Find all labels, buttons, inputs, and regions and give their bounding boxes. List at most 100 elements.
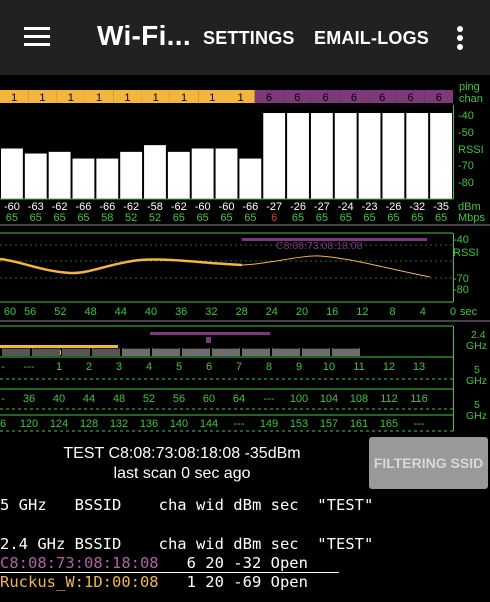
email-logs-button[interactable]: EMAIL-LOGS [314,28,429,49]
channel-block-top [93,348,119,349]
history-axis-label: -80 [453,284,469,296]
channel-block-top [153,348,179,349]
list-item-info: 1 20 -69 Open [158,573,308,591]
rssi-bar [358,113,381,199]
rssi-bar [1,148,23,199]
channel-number: 6 [294,92,300,104]
rssi-bar [263,113,286,199]
rssi-bar [215,148,238,199]
sec-tick-label: 28 [235,306,247,318]
list-item[interactable]: C8:08:73:08:18:08 6 20 -32 Open [0,554,308,573]
rssi-bar [382,113,405,199]
rssi-bar [310,113,333,199]
channel-block [152,348,180,356]
rssi-bar [334,113,357,199]
network-list: 5 GHz BSSID cha wid dBm sec "TEST" 2.4 G… [0,491,490,602]
channel-tick-24ghz: 4 [146,361,152,373]
history-axis-label: -40 [453,234,469,246]
channel-tick-5ghz: 104 [320,393,338,405]
channel-block [122,348,150,356]
channel-block [332,348,360,356]
channel-number: 1 [96,92,102,104]
mbps-value-label: 52 [149,212,161,224]
signal-history-line-faint [241,255,431,278]
rssi-bar [406,113,429,199]
mbps-value-label: 65 [435,212,447,224]
channel-tick-24ghz: 8 [266,361,272,373]
channel-number: 1 [181,92,187,104]
channel-tick-24ghz: 2 [86,361,92,373]
channel-tick-24ghz: 1 [56,361,62,373]
channel-block [272,348,300,356]
sec-tick-label: 36 [175,306,187,318]
channel-tick-24ghz: 6 [206,361,212,373]
channel-tick-5ghz-b: 124 [50,418,68,430]
channel-tick-24ghz: 12 [383,361,395,373]
channel-span-purple [150,332,270,335]
channel-tick-5ghz-b: 157 [320,418,338,430]
chan-label: chan [459,93,483,105]
band-label: GHz [466,340,487,352]
channel-tick-24ghz: 7 [236,361,242,373]
filtering-ssid-button[interactable]: FILTERING SSID [369,437,488,489]
mbps-value-label: 65 [77,212,89,224]
mbps-value-label: 65 [220,212,232,224]
list-item-bssid: Ruckus_W:1D:00:08 [0,573,159,591]
channel-tick-5ghz: 116 [410,393,428,405]
history-axis-label: RSSI [453,247,479,259]
mbps-unit-label: Mbps [458,212,485,224]
channel-number: 6 [323,92,329,104]
channel-tick-24ghz: --- [24,361,35,373]
rssi-bar [48,151,71,199]
rssi-bar [430,113,452,199]
mbps-value-label: 65 [340,212,352,224]
rssi-axis-label: -80 [458,177,474,189]
app-title: Wi-Fi... [97,20,191,51]
channel-tick-5ghz: - [1,393,5,405]
channel-tick-5ghz-b: 120 [20,418,38,430]
channel-tick-24ghz: 11 [353,361,364,373]
channel-tick-5ghz: 60 [203,393,215,405]
ping-label: ping [459,81,480,93]
channel-number: 6 [266,92,272,104]
mbps-value-label: 65 [244,212,256,224]
channel-block-top [123,348,149,349]
channel-number: 1 [39,92,45,104]
sec-tick-label: 4 [420,306,426,318]
channel-block [212,348,240,356]
sec-tick-label: 60 [4,306,16,318]
channel-tick-24ghz: 13 [413,361,425,373]
channel-number: 6 [351,92,357,104]
mbps-value-label: 52 [125,212,137,224]
band-label: GHz [466,375,487,387]
sec-tick-label: 44 [115,306,127,318]
rssi-bar [72,158,95,199]
settings-button[interactable]: SETTINGS [203,28,295,49]
list-item[interactable]: Ruckus_W:1D:00:08 1 20 -69 Open [0,573,308,592]
hamburger-menu-icon[interactable] [24,27,50,47]
rssi-axis-label: RSSI [458,144,484,156]
channel-tick-5ghz-b: 165 [380,418,398,430]
channel-tick-5ghz: 52 [143,393,155,405]
sec-tick-label: 0 [450,306,456,318]
channel-block [32,348,60,356]
channel-block [62,348,90,356]
channel-block-top [243,348,269,349]
app-bar: Wi-Fi... SETTINGS EMAIL-LOGS [0,0,490,75]
sec-unit-label: sec [460,306,478,318]
channel-tick-24ghz: 3 [116,361,122,373]
rssi-bar [287,113,309,199]
rssi-bar [96,158,119,199]
channel-tick-5ghz-b: 136 [140,418,158,430]
channel-tick-5ghz-b: 144 [200,418,218,430]
channel-block [2,348,30,356]
channel-tick-5ghz: 64 [233,393,245,405]
channel-block-top [183,348,209,349]
channel-tick-5ghz-b: 6 [0,418,6,430]
mbps-value-label: 58 [101,212,113,224]
channel-block-top [333,348,359,349]
channel-tick-24ghz: 10 [323,361,335,373]
more-vert-icon[interactable] [456,26,464,50]
channel-number: 1 [153,92,159,104]
channel-marker-purple [206,337,211,343]
